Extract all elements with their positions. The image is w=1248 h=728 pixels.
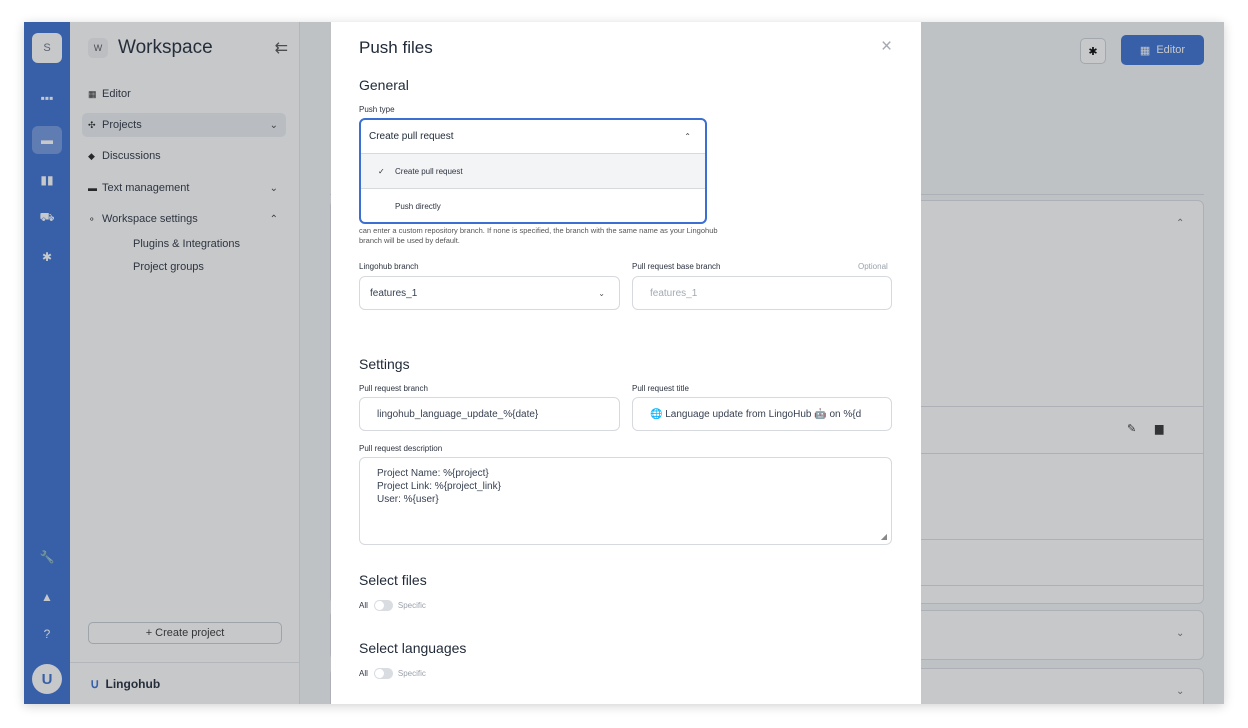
branch-help-text: can enter a custom repository branch. If… bbox=[359, 226, 718, 245]
pr-branch-input[interactable]: lingohub_language_update_%{date} bbox=[359, 397, 620, 431]
select-files-title: Select files bbox=[359, 572, 427, 588]
select-languages-title: Select languages bbox=[359, 640, 467, 656]
option-label: Create pull request bbox=[395, 166, 463, 176]
settings-section-title: Settings bbox=[359, 356, 410, 372]
toggle-knob bbox=[374, 669, 384, 678]
base-branch-placeholder: features_1 bbox=[650, 287, 698, 299]
push-type-option-create-pr[interactable]: ✓ Create pull request bbox=[361, 154, 705, 189]
toggle-all-label: All bbox=[359, 601, 368, 610]
push-type-label: Push type bbox=[359, 105, 395, 114]
general-section-title: General bbox=[359, 77, 409, 93]
base-branch-label: Pull request base branch bbox=[632, 262, 721, 271]
lingohub-branch-label: Lingohub branch bbox=[359, 262, 419, 271]
chevron-up-icon: ⌃ bbox=[684, 132, 691, 141]
push-type-select[interactable]: Create pull request ⌃ ✓ Create pull requ… bbox=[359, 118, 707, 224]
chevron-down-icon: ⌄ bbox=[598, 288, 605, 298]
push-type-option-push-directly[interactable]: Push directly bbox=[361, 189, 705, 222]
select-files-toggle[interactable] bbox=[373, 600, 393, 611]
resize-handle-icon[interactable]: ◢ bbox=[881, 532, 887, 542]
pr-description-label: Pull request description bbox=[359, 444, 443, 453]
pr-branch-value: lingohub_language_update_%{date} bbox=[377, 408, 539, 420]
pr-description-line: Project Name: %{project} bbox=[377, 468, 489, 479]
pr-title-value: 🌐 Language update from LingoHub 🤖 on %{d bbox=[650, 408, 862, 420]
modal-title: Push files bbox=[359, 38, 433, 57]
toggle-specific-label: Specific bbox=[397, 601, 426, 610]
lingohub-branch-value: features_1 bbox=[370, 287, 418, 299]
pr-description-line: Project Link: %{project_link} bbox=[377, 481, 501, 492]
option-label: Push directly bbox=[395, 202, 441, 211]
optional-label: Optional bbox=[858, 262, 888, 271]
check-icon: ✓ bbox=[378, 166, 385, 176]
pr-branch-label: Pull request branch bbox=[359, 384, 428, 393]
toggle-knob bbox=[374, 601, 384, 610]
app-window: S ▪▪▪ ▬ ▮▮ ⛟ ✱ 🔧 ▲ ? U W Workspace ⇇ ▦ E… bbox=[24, 22, 1224, 704]
pr-title-label: Pull request title bbox=[632, 384, 689, 393]
pr-description-line: User: %{user} bbox=[377, 494, 439, 505]
toggle-all-label: All bbox=[359, 669, 368, 678]
push-type-value: Create pull request bbox=[369, 131, 454, 142]
close-icon[interactable]: × bbox=[881, 36, 892, 58]
pr-title-input[interactable]: 🌐 Language update from LingoHub 🤖 on %{d bbox=[632, 397, 892, 431]
push-type-select-head[interactable]: Create pull request ⌃ bbox=[361, 120, 705, 154]
select-languages-toggle[interactable] bbox=[373, 668, 393, 679]
select-files-toggle-row: All Specific bbox=[359, 600, 426, 611]
toggle-specific-label: Specific bbox=[397, 669, 426, 678]
base-branch-input[interactable]: features_1 bbox=[632, 276, 892, 310]
push-files-modal: Push files × General Push type can enter… bbox=[331, 22, 921, 704]
lingohub-branch-select[interactable]: features_1 ⌄ bbox=[359, 276, 620, 310]
pr-description-textarea[interactable]: Project Name: %{project} Project Link: %… bbox=[359, 457, 892, 545]
select-languages-toggle-row: All Specific bbox=[359, 668, 426, 679]
